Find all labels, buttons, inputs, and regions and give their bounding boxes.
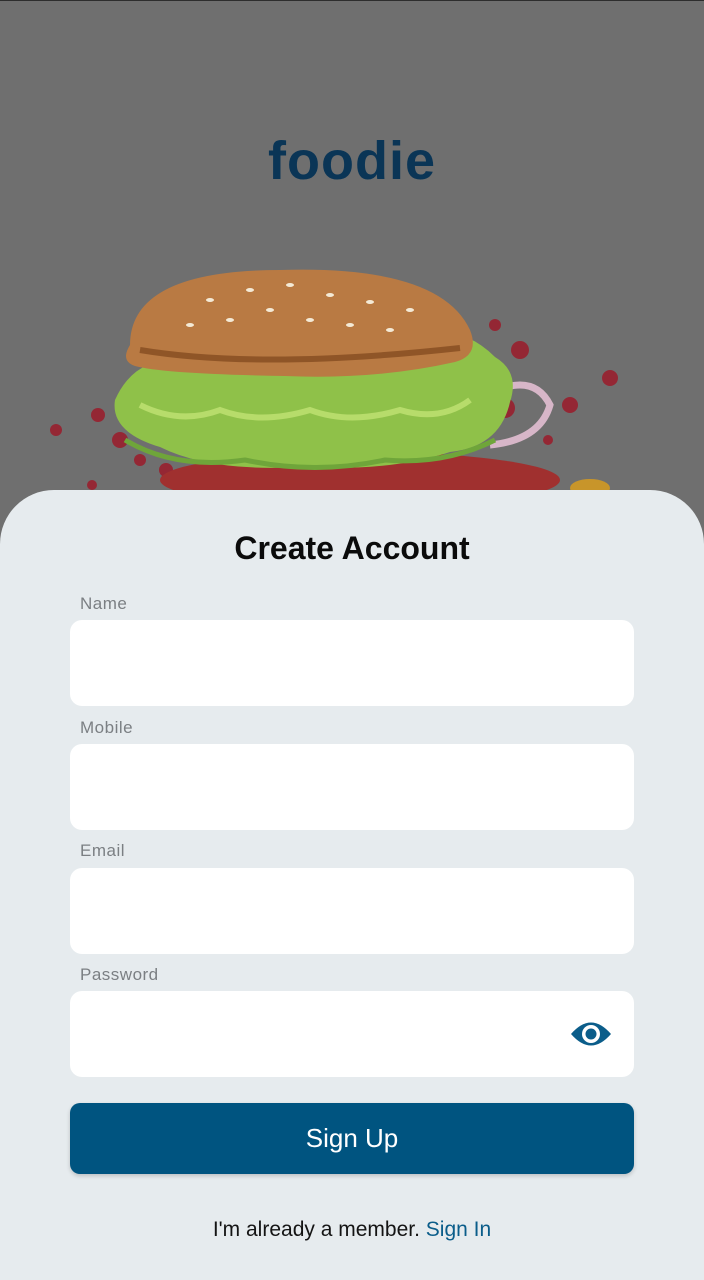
name-field-container	[70, 620, 634, 706]
status-divider	[0, 0, 704, 1]
email-field[interactable]	[70, 868, 634, 954]
signup-screen: foodie Create Account Name Mobile Email …	[0, 0, 704, 1280]
page-title: Create Account	[234, 530, 470, 566]
mobile-label: Mobile	[80, 718, 134, 737]
eye-icon[interactable]	[570, 1017, 612, 1051]
mobile-field-container	[70, 744, 634, 830]
name-field[interactable]	[70, 620, 634, 706]
signin-prompt: I'm already a member. Sign In	[0, 1218, 704, 1242]
email-field-container	[70, 868, 634, 954]
email-label: Email	[80, 841, 126, 860]
burger-image	[50, 269, 618, 508]
password-field-container	[70, 991, 634, 1077]
brand-logo: foodie	[268, 131, 436, 191]
mobile-field[interactable]	[70, 744, 634, 830]
sign-in-link[interactable]: Sign In	[426, 1218, 491, 1241]
name-label: Name	[80, 594, 128, 613]
member-prompt-text: I'm already a member.	[212, 1218, 420, 1241]
password-label: Password	[80, 965, 159, 984]
sign-up-button[interactable]: Sign Up	[70, 1103, 634, 1174]
password-field[interactable]	[70, 991, 634, 1077]
